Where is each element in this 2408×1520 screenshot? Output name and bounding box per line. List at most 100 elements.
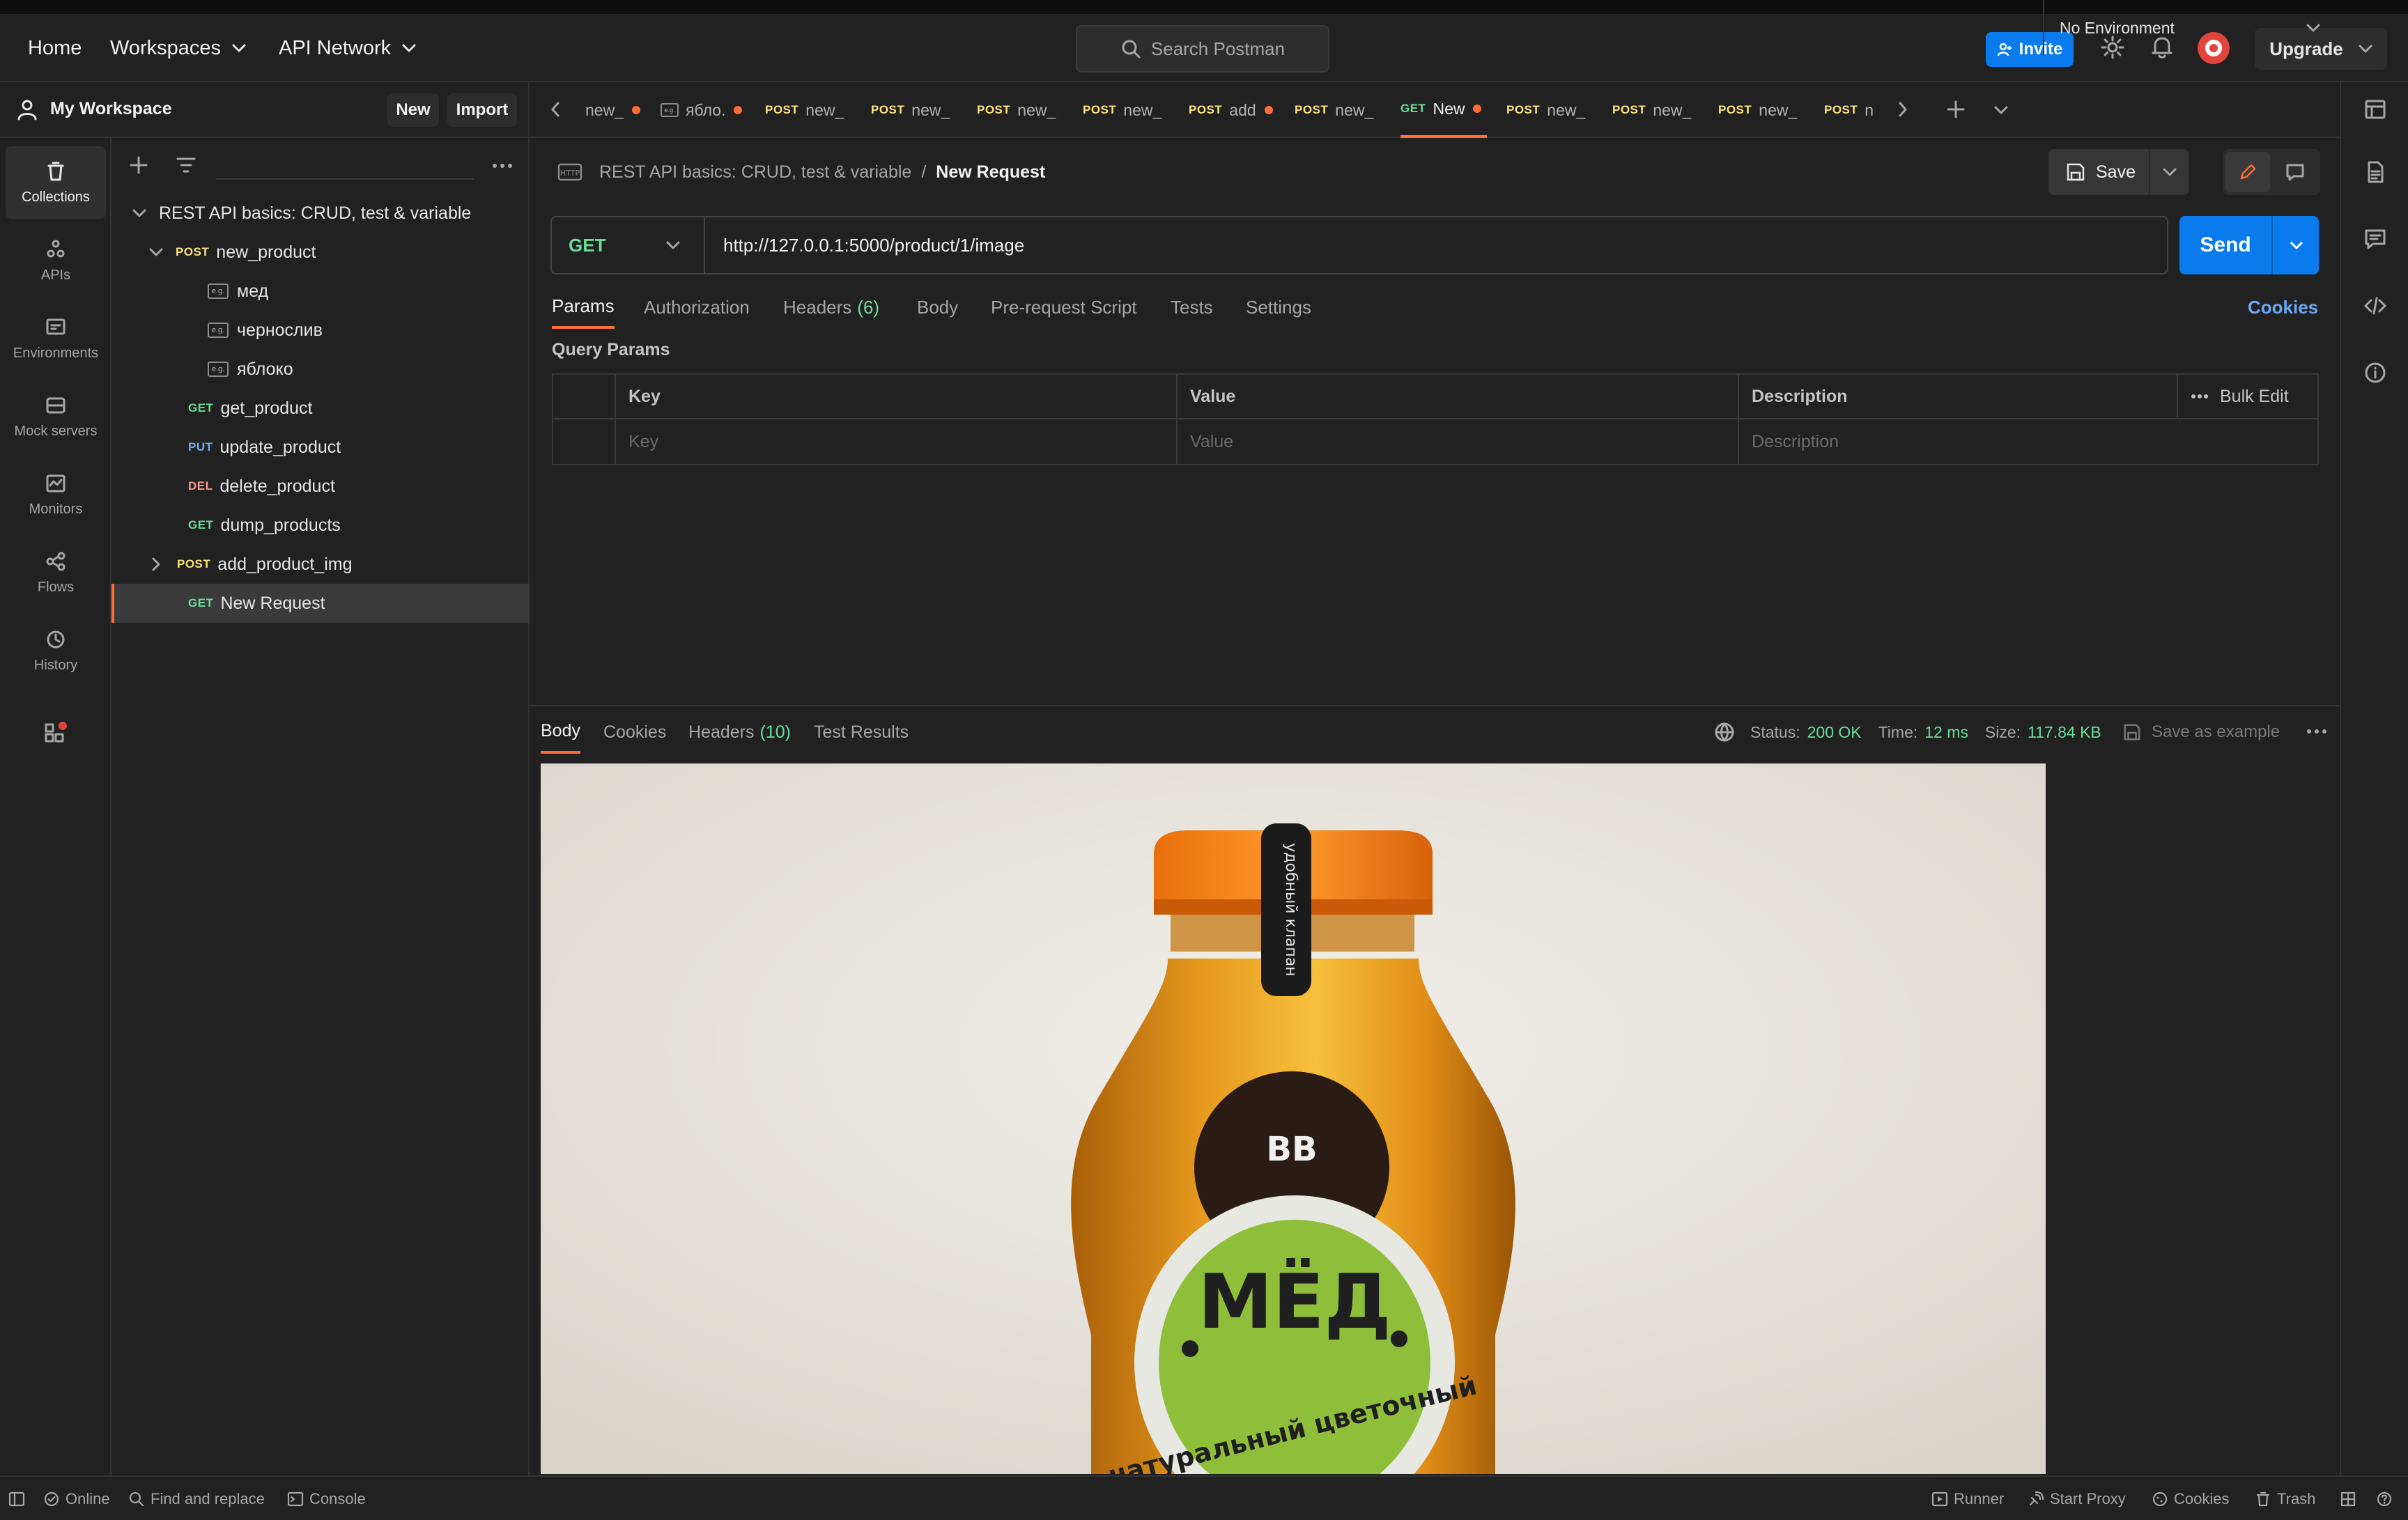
send-button[interactable]: Send xyxy=(2179,216,2319,274)
environment-quick-look-button[interactable] xyxy=(2363,98,2387,121)
tree-item-add-product-img[interactable]: POST add_product_img xyxy=(111,545,530,584)
view-mode-toggle xyxy=(2223,149,2320,195)
save-button[interactable]: Save xyxy=(2048,149,2189,195)
globe-icon[interactable] xyxy=(1714,722,1735,743)
request-tab[interactable]: POST new_ xyxy=(1083,82,1173,138)
method-select[interactable]: GET xyxy=(552,217,705,273)
request-tab[interactable]: POST new_ xyxy=(765,82,856,138)
save-as-example-button[interactable]: Save as example xyxy=(2122,711,2280,754)
cap-label-text: удобный клапан xyxy=(1282,843,1299,976)
tab-body[interactable]: Body xyxy=(917,286,958,329)
bulk-edit-button[interactable]: Bulk Edit xyxy=(2178,375,2317,419)
comments-button[interactable] xyxy=(2363,227,2387,251)
tree-item-delete-product[interactable]: DEL delete_product xyxy=(111,467,530,506)
sidebar-item-apis[interactable]: APIs xyxy=(6,224,106,297)
tab-pre-request-script[interactable]: Pre-request Script xyxy=(991,286,1137,329)
status-value[interactable]: 200 OK xyxy=(1807,723,1862,742)
response-tab-cookies[interactable]: Cookies xyxy=(603,711,666,754)
send-dropdown-button[interactable] xyxy=(2274,216,2319,274)
new-button[interactable]: New xyxy=(387,93,439,127)
tree-item-dump-products[interactable]: GET dump_products xyxy=(111,506,530,545)
tab-settings[interactable]: Settings xyxy=(1246,286,1311,329)
collection-row[interactable]: REST API basics: CRUD, test & variable xyxy=(111,194,530,233)
tree-item-new-product[interactable]: POST new_product xyxy=(111,233,530,272)
edit-mode-button[interactable] xyxy=(2225,152,2270,192)
request-tab-active[interactable]: GET New xyxy=(1400,82,1487,138)
add-collection-button[interactable] xyxy=(128,155,149,176)
response-divider[interactable] xyxy=(530,705,2340,706)
sidebar-item-mock-servers[interactable]: Mock servers xyxy=(6,380,106,453)
tab-tests[interactable]: Tests xyxy=(1171,286,1213,329)
request-tab[interactable]: POST new_ xyxy=(1506,82,1597,138)
tab-params[interactable]: Params xyxy=(552,286,615,329)
request-tab[interactable]: e.g. ябло. xyxy=(661,82,747,138)
documentation-button[interactable] xyxy=(2363,160,2387,184)
response-tab-headers[interactable]: Headers (10) xyxy=(688,711,791,754)
online-status[interactable]: Online xyxy=(43,1477,110,1520)
sidebar-item-monitors[interactable]: Monitors xyxy=(6,458,106,531)
trash-button[interactable]: Trash xyxy=(2255,1477,2315,1520)
new-tab-button[interactable] xyxy=(1945,99,1966,120)
tree-example-item[interactable]: e.g. яблоко xyxy=(111,350,530,389)
request-tab[interactable]: POST new_ xyxy=(1612,82,1703,138)
request-tab[interactable]: POST new_ xyxy=(871,82,962,138)
size-value[interactable]: 117.84 KB xyxy=(2028,723,2101,742)
tabs-scroll-left[interactable] xyxy=(550,102,560,117)
request-tab[interactable]: POST new_ xyxy=(977,82,1067,138)
sidebar-item-environments[interactable]: Environments xyxy=(6,302,106,375)
response-tab-body[interactable]: Body xyxy=(541,711,580,754)
request-tab[interactable]: POST new_ xyxy=(1295,82,1385,138)
sidebar-item-history[interactable]: History xyxy=(6,614,106,687)
request-tab[interactable]: POST add xyxy=(1189,82,1279,138)
tree-example-item[interactable]: e.g. чернослив xyxy=(111,311,530,350)
tab-headers[interactable]: Headers (6) xyxy=(783,286,879,329)
time-value[interactable]: 12 ms xyxy=(1924,723,1968,742)
start-proxy-button[interactable]: Start Proxy xyxy=(2028,1477,2126,1520)
two-pane-toggle-button[interactable] xyxy=(2340,1477,2362,1520)
tabs-scroll-right[interactable] xyxy=(1898,102,1908,117)
value-input[interactable]: Value xyxy=(1178,419,1739,464)
nav-workspaces[interactable]: Workspaces xyxy=(110,14,246,82)
save-dropdown-button[interactable] xyxy=(2149,149,2189,195)
runner-button[interactable]: Runner xyxy=(1931,1477,2004,1520)
tree-example-item[interactable]: e.g. мед xyxy=(111,272,530,311)
description-input[interactable]: Description xyxy=(1739,419,2317,464)
cookies-link[interactable]: Cookies xyxy=(2248,286,2318,329)
environment-label: No Environment xyxy=(2060,18,2175,37)
tabs-dropdown-button[interactable] xyxy=(1994,106,2008,114)
cookies-button[interactable]: Cookies xyxy=(2152,1477,2229,1520)
toggle-sidebar-button[interactable] xyxy=(8,1477,31,1520)
nav-api-network[interactable]: API Network xyxy=(279,14,416,82)
request-name: New Request xyxy=(220,593,325,613)
nav-home[interactable]: Home xyxy=(28,14,82,82)
request-tab[interactable]: POST new_ xyxy=(1718,82,1809,138)
environment-select[interactable]: No Environment xyxy=(2043,0,2340,56)
key-input[interactable]: Key xyxy=(616,419,1178,464)
configure-workbench-button[interactable] xyxy=(43,720,68,745)
request-tab[interactable]: POST n xyxy=(1824,82,1891,138)
tree-item-get-product[interactable]: GET get_product xyxy=(111,389,530,428)
breadcrumb-current[interactable]: New Request xyxy=(936,162,1045,183)
code-button[interactable] xyxy=(2363,294,2387,318)
tab-authorization[interactable]: Authorization xyxy=(644,286,750,329)
sidebar-item-collections[interactable]: Collections xyxy=(6,146,106,219)
import-button[interactable]: Import xyxy=(447,93,517,127)
filter-button[interactable] xyxy=(176,156,196,174)
sidebar-item-flows[interactable]: Flows xyxy=(6,536,106,609)
console-button[interactable]: Console xyxy=(287,1477,366,1520)
breadcrumb-collection[interactable]: REST API basics: CRUD, test & variable xyxy=(599,162,911,183)
info-button[interactable] xyxy=(2363,361,2387,385)
more-options-button[interactable] xyxy=(492,163,513,169)
response-more-button[interactable] xyxy=(2306,729,2327,734)
request-tab[interactable]: new_ xyxy=(585,82,644,138)
comment-mode-button[interactable] xyxy=(2273,152,2317,192)
tree-item-update-product[interactable]: PUT update_product xyxy=(111,428,530,467)
right-sidebar xyxy=(2340,82,2408,1475)
url-input[interactable]: http://127.0.0.1:5000/product/1/image xyxy=(723,217,1024,273)
collection-search-input[interactable] xyxy=(216,152,474,180)
response-tab-test-results[interactable]: Test Results xyxy=(814,711,909,754)
tree-item-new-request[interactable]: GET New Request xyxy=(111,584,530,623)
find-replace-button[interactable]: Find and replace xyxy=(128,1477,265,1520)
search-input[interactable]: Search Postman xyxy=(1076,25,1329,72)
help-button[interactable] xyxy=(2376,1477,2398,1520)
